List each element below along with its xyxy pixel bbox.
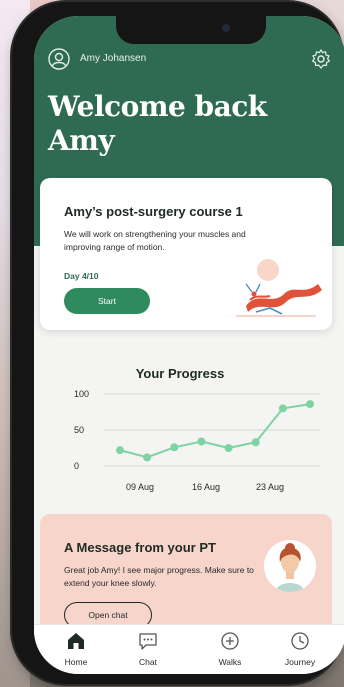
nav-label: Chat [139, 657, 157, 667]
welcome-line: Welcome back [48, 90, 267, 123]
progress-point [143, 453, 152, 462]
app-screen: Amy Johansen Welcome back Amy Amy’s post… [34, 16, 344, 674]
progress-point [306, 400, 314, 409]
top-bar: Amy Johansen [48, 48, 332, 74]
pt-message-title: A Message from your PT [64, 540, 216, 555]
phone-frame: Amy Johansen Welcome back Amy Amy’s post… [12, 2, 344, 684]
therapist-avatar [264, 540, 316, 592]
x-tick-label: 23 Aug [256, 482, 284, 492]
nav-label: Home [64, 657, 88, 667]
course-description: We will work on strengthening your muscl… [64, 229, 246, 252]
nav-label: Journey [284, 657, 316, 667]
walks-icon [221, 632, 239, 650]
nav-item-chat[interactable]: Chat [118, 631, 178, 671]
pt-message-text: Great job Amy! I see major progress. Mak… [64, 565, 254, 588]
progress-point [197, 437, 206, 446]
nav-label: Walks [218, 657, 242, 667]
phone-notch [116, 16, 266, 44]
progress-point [116, 446, 124, 455]
journey-icon [291, 632, 309, 650]
progress-chart: 100 50 0 09 Aug 16 Aug 23 Aug [74, 389, 320, 492]
user-name: Amy Johansen [80, 53, 147, 64]
course-card[interactable]: Amy’s post-surgery course 1 We will work… [40, 178, 332, 330]
progress-title: Your Progress [135, 366, 225, 381]
progress-point [251, 438, 260, 447]
x-tick-label: 09 Aug [126, 482, 154, 492]
welcome-heading: Welcome back Amy [48, 90, 267, 158]
y-tick-label: 50 [74, 425, 84, 435]
nav-item-journey[interactable]: Journey [270, 631, 330, 671]
progress-point [224, 444, 233, 452]
y-tick-label: 0 [74, 461, 79, 471]
nav-item-walks[interactable]: Walks [200, 631, 260, 671]
exercise-illustration [236, 259, 322, 317]
home-icon [68, 633, 84, 649]
bottom-navigation: Home Chat Walks Journey [34, 624, 344, 674]
progress-point [278, 404, 287, 413]
start-button[interactable]: Start [64, 288, 150, 314]
profile-icon[interactable] [48, 48, 70, 70]
welcome-name: Amy [48, 124, 115, 157]
y-tick-label: 100 [74, 389, 89, 399]
gear-icon[interactable] [310, 48, 332, 70]
chat-icon [139, 633, 157, 650]
course-day-counter: Day 4/10 [64, 271, 99, 281]
x-tick-label: 16 Aug [192, 482, 220, 492]
nav-item-home[interactable]: Home [46, 631, 106, 671]
camera-icon [222, 24, 230, 32]
course-title: Amy’s post-surgery course 1 [64, 204, 243, 219]
progress-point [170, 443, 179, 452]
